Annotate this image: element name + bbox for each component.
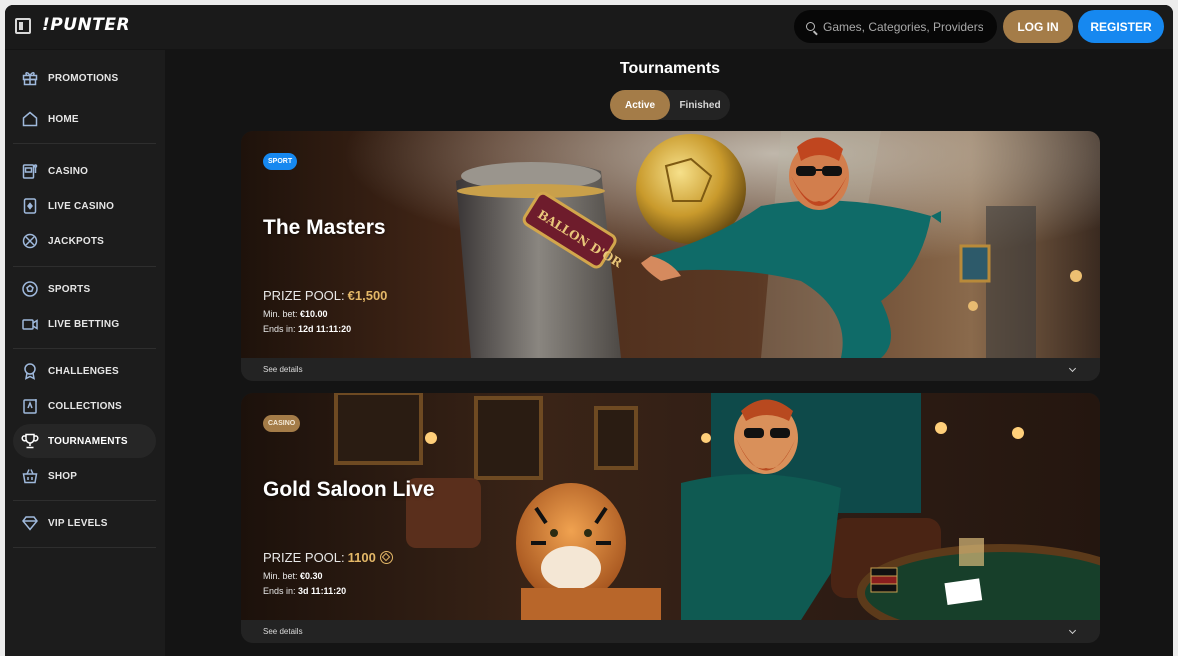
prize-value: 1100 xyxy=(347,550,376,565)
search-icon xyxy=(806,22,815,31)
sidebar-item-vip-levels[interactable]: VIP LEVELS xyxy=(13,506,156,540)
soccer-ball-icon xyxy=(21,280,39,298)
sidebar-item-label: JACKPOTS xyxy=(48,235,105,247)
video-camera-icon xyxy=(21,315,39,333)
min-bet-label: Min. bet: xyxy=(263,571,298,581)
nav-group-vip: VIP LEVELS xyxy=(13,501,156,548)
see-details-bar[interactable]: See details xyxy=(241,358,1100,381)
collection-card-icon xyxy=(21,397,39,415)
top-header: !PUNTER LOG IN REGISTER xyxy=(5,5,1173,49)
sidebar-item-label: TOURNAMENTS xyxy=(48,435,128,447)
nav-group-general: PROMOTIONS HOME xyxy=(13,50,156,144)
tournament-title: The Masters xyxy=(263,216,386,239)
sidebar-item-home[interactable]: HOME xyxy=(13,102,156,136)
sidebar-item-label: SHOP xyxy=(48,470,78,482)
category-badge: SPORT xyxy=(263,153,298,170)
min-bet: Min. bet: €10.00 xyxy=(263,309,328,319)
search-bar[interactable] xyxy=(794,10,997,43)
tournament-banner: CASINO Gold Saloon Live PRIZE POOL: 1100… xyxy=(241,393,1100,620)
sidebar-item-label: PROMOTIONS xyxy=(48,72,119,84)
casino-banner-illustration xyxy=(241,393,1100,620)
sidebar-item-live-casino[interactable]: LIVE CASINO xyxy=(13,189,156,223)
ends-value: 3d 11:11:20 xyxy=(298,586,347,596)
min-bet-label: Min. bet: xyxy=(263,309,298,319)
nav-group-sports: SPORTS LIVE BETTING xyxy=(13,267,156,349)
sidebar-item-collections[interactable]: COLLECTIONS xyxy=(13,389,156,423)
tournament-tabs: Active Finished xyxy=(610,90,730,120)
see-details-link[interactable]: See details xyxy=(263,365,303,374)
sidebar-item-label: HOME xyxy=(48,113,79,125)
ends-value: 12d 11:11:20 xyxy=(298,324,352,334)
search-input[interactable] xyxy=(823,19,983,34)
prize-label: PRIZE POOL: xyxy=(263,550,345,565)
punter-logo[interactable]: !PUNTER xyxy=(42,15,130,35)
coin-icon xyxy=(379,551,393,564)
sidebar-item-tournaments[interactable]: TOURNAMENTS xyxy=(13,424,156,458)
playing-card-icon xyxy=(21,197,39,215)
tournament-banner: BALLON D'OR SPORT The Masters PRIZE POOL… xyxy=(241,131,1100,358)
diamond-icon xyxy=(21,514,39,532)
page-title: Tournaments xyxy=(619,60,721,77)
app-window: !PUNTER LOG IN REGISTER PROMOTIONS HOME xyxy=(5,5,1173,656)
sidebar-item-label: CASINO xyxy=(48,165,89,177)
trophy-icon xyxy=(21,432,39,450)
category-badge: CASINO xyxy=(263,415,301,432)
prize-pool: PRIZE POOL: 1100 xyxy=(263,550,393,565)
sidebar: PROMOTIONS HOME CASINO LIVE CASINO JACKP… xyxy=(5,50,165,656)
sidebar-item-label: VIP LEVELS xyxy=(48,517,108,529)
ends-label: Ends in: xyxy=(263,586,296,596)
sidebar-item-promotions[interactable]: PROMOTIONS xyxy=(13,61,156,95)
min-bet-value: €0.30 xyxy=(300,571,323,581)
prize-pool: PRIZE POOL: €1,500 xyxy=(263,288,387,303)
sport-banner-illustration: BALLON D'OR xyxy=(241,131,1100,358)
medal-icon xyxy=(21,362,39,380)
ends-in: Ends in: 3d 11:11:20 xyxy=(263,586,346,596)
jackpot-icon xyxy=(21,232,39,250)
nav-group-casino: CASINO LIVE CASINO JACKPOTS xyxy=(13,144,156,267)
chevron-down-icon[interactable] xyxy=(1068,626,1077,634)
sidebar-item-label: SPORTS xyxy=(48,283,91,295)
see-details-bar[interactable]: See details xyxy=(241,620,1100,643)
ends-label: Ends in: xyxy=(263,324,296,334)
prize-value: €1,500 xyxy=(347,288,388,303)
min-bet: Min. bet: €0.30 xyxy=(263,571,323,581)
tournament-title: Gold Saloon Live xyxy=(263,478,435,501)
chevron-down-icon[interactable] xyxy=(1068,364,1077,372)
tournament-card[interactable]: CASINO Gold Saloon Live PRIZE POOL: 1100… xyxy=(241,393,1100,643)
sidebar-toggle-icon[interactable] xyxy=(15,18,31,34)
home-icon xyxy=(21,110,39,128)
sidebar-item-jackpots[interactable]: JACKPOTS xyxy=(13,224,156,258)
min-bet-value: €10.00 xyxy=(300,309,328,319)
see-details-link[interactable]: See details xyxy=(263,627,303,636)
register-button[interactable]: REGISTER xyxy=(1078,10,1164,43)
slot-machine-icon xyxy=(21,162,39,180)
ends-in: Ends in: 12d 11:11:20 xyxy=(263,324,351,334)
prize-label: PRIZE POOL: xyxy=(263,288,345,303)
sidebar-item-sports[interactable]: SPORTS xyxy=(13,272,156,306)
nav-group-rewards: CHALLENGES COLLECTIONS TOURNAMENTS SHOP xyxy=(13,349,156,501)
tab-active[interactable]: Active xyxy=(610,90,670,120)
sidebar-item-label: LIVE BETTING xyxy=(48,318,120,330)
sidebar-item-label: CHALLENGES xyxy=(48,365,119,377)
sidebar-item-live-betting[interactable]: LIVE BETTING xyxy=(13,307,156,341)
tab-finished[interactable]: Finished xyxy=(670,90,730,120)
sidebar-item-challenges[interactable]: CHALLENGES xyxy=(13,354,156,388)
sidebar-item-casino[interactable]: CASINO xyxy=(13,154,156,188)
tournament-card[interactable]: BALLON D'OR SPORT The Masters PRIZE POOL… xyxy=(241,131,1100,381)
sidebar-item-label: COLLECTIONS xyxy=(48,400,122,412)
login-button[interactable]: LOG IN xyxy=(1003,10,1073,43)
gift-icon xyxy=(21,69,39,87)
shop-basket-icon xyxy=(21,467,39,485)
sidebar-item-label: LIVE CASINO xyxy=(48,200,115,212)
sidebar-item-shop[interactable]: SHOP xyxy=(13,459,156,493)
